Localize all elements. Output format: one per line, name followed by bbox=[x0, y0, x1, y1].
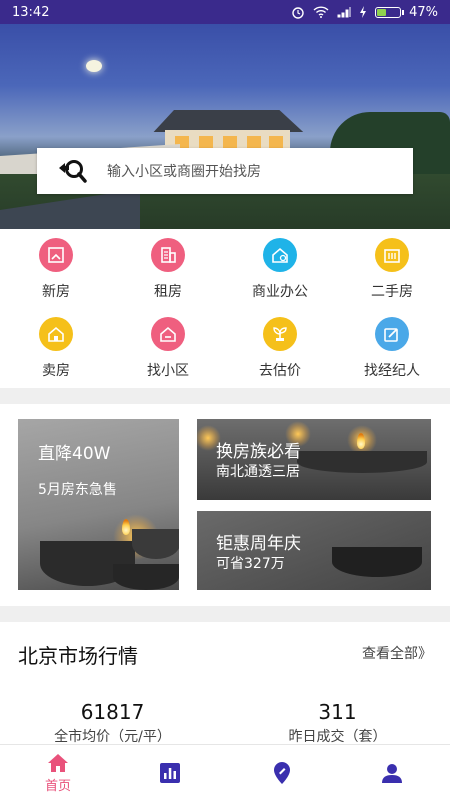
nav-profile[interactable] bbox=[336, 745, 448, 801]
promo-subtitle: 可省327万 bbox=[216, 556, 285, 572]
valuation-icon[interactable] bbox=[263, 317, 297, 351]
promo-card-anniversary[interactable]: 钜惠周年庆 可省327万 bbox=[197, 511, 431, 590]
category-agent[interactable]: 找经纪人 bbox=[336, 317, 448, 380]
category-community[interactable]: 找小区 bbox=[112, 317, 224, 380]
category-label: 找小区 bbox=[147, 363, 189, 379]
battery-icon bbox=[375, 6, 405, 18]
promo-title: 钜惠周年庆 bbox=[216, 534, 301, 554]
category-valuation[interactable]: 去估价 bbox=[224, 317, 336, 380]
category-second-hand[interactable]: 二手房 bbox=[336, 238, 448, 301]
category-label: 卖房 bbox=[42, 363, 70, 379]
status-icons: 47% bbox=[291, 5, 438, 20]
status-bar: 13:42 47% bbox=[0, 0, 450, 24]
category-office[interactable]: 商业办公 bbox=[224, 238, 336, 301]
office-icon[interactable] bbox=[263, 238, 297, 272]
house-roof bbox=[153, 110, 304, 132]
promo-title: 直降40W bbox=[38, 444, 111, 464]
community-icon[interactable] bbox=[151, 317, 185, 351]
market-title: 北京市场行情 bbox=[18, 644, 138, 668]
category-grid: 新房 租房 商业办公 二手房 卖房 找小区 去估价 找经纪人 bbox=[0, 230, 450, 388]
section-divider bbox=[0, 388, 450, 404]
view-all-link[interactable]: 查看全部》 bbox=[362, 643, 432, 663]
stat-yesterday-deals: 311 昨日成交（套） bbox=[225, 700, 450, 746]
moon bbox=[86, 60, 102, 72]
nav-map[interactable] bbox=[226, 745, 338, 801]
wifi-icon bbox=[313, 6, 329, 18]
rent-building-icon[interactable] bbox=[151, 238, 185, 272]
promo-card-upgrade[interactable]: 换房族必看 南北通透三居 bbox=[197, 419, 431, 500]
bar-chart-icon[interactable] bbox=[159, 762, 181, 784]
category-label: 去估价 bbox=[259, 363, 301, 379]
user-icon[interactable] bbox=[381, 762, 403, 784]
category-label: 新房 bbox=[42, 284, 70, 300]
stat-label: 昨日成交（套） bbox=[288, 729, 387, 745]
category-label: 二手房 bbox=[371, 284, 413, 300]
new-house-icon[interactable] bbox=[39, 238, 73, 272]
battery-percent: 47% bbox=[409, 4, 438, 20]
stat-value: 61817 bbox=[80, 700, 145, 724]
section-divider bbox=[0, 606, 450, 622]
sell-house-icon[interactable] bbox=[39, 317, 73, 351]
category-label: 找经纪人 bbox=[364, 363, 420, 379]
bottom-nav: 首页 bbox=[0, 744, 450, 801]
category-sell[interactable]: 卖房 bbox=[0, 317, 112, 380]
category-label: 租房 bbox=[154, 284, 182, 300]
status-time: 13:42 bbox=[12, 4, 50, 20]
stat-average-price: 61817 全市均价（元/平） bbox=[0, 700, 225, 746]
nav-home-label[interactable]: 首页 bbox=[45, 775, 71, 794]
charging-icon bbox=[360, 6, 367, 18]
agent-icon[interactable] bbox=[375, 317, 409, 351]
hero-banner bbox=[0, 24, 450, 229]
search-bar[interactable]: 输入小区或商圈开始找房 bbox=[37, 148, 413, 194]
home-icon[interactable] bbox=[47, 753, 69, 773]
category-label: 商业办公 bbox=[252, 284, 308, 300]
nav-home[interactable]: 首页 bbox=[2, 745, 114, 801]
search-icon[interactable] bbox=[57, 158, 87, 184]
promo-subtitle: 南北通透三居 bbox=[216, 464, 300, 480]
signal-icon bbox=[337, 7, 351, 18]
promo-title: 换房族必看 bbox=[216, 442, 301, 462]
nav-stats[interactable] bbox=[114, 745, 226, 801]
category-rent[interactable]: 租房 bbox=[112, 238, 224, 301]
promo-subtitle: 5月房东急售 bbox=[38, 482, 117, 498]
stat-value: 311 bbox=[318, 700, 357, 724]
stat-label: 全市均价（元/平） bbox=[54, 729, 171, 745]
category-new-house[interactable]: 新房 bbox=[0, 238, 112, 301]
search-input[interactable]: 输入小区或商圈开始找房 bbox=[107, 161, 261, 181]
location-pin-icon[interactable] bbox=[272, 761, 292, 785]
promo-card-price-drop[interactable]: 直降40W 5月房东急售 bbox=[18, 419, 179, 590]
alarm-icon bbox=[292, 7, 304, 19]
second-hand-house-icon[interactable] bbox=[375, 238, 409, 272]
